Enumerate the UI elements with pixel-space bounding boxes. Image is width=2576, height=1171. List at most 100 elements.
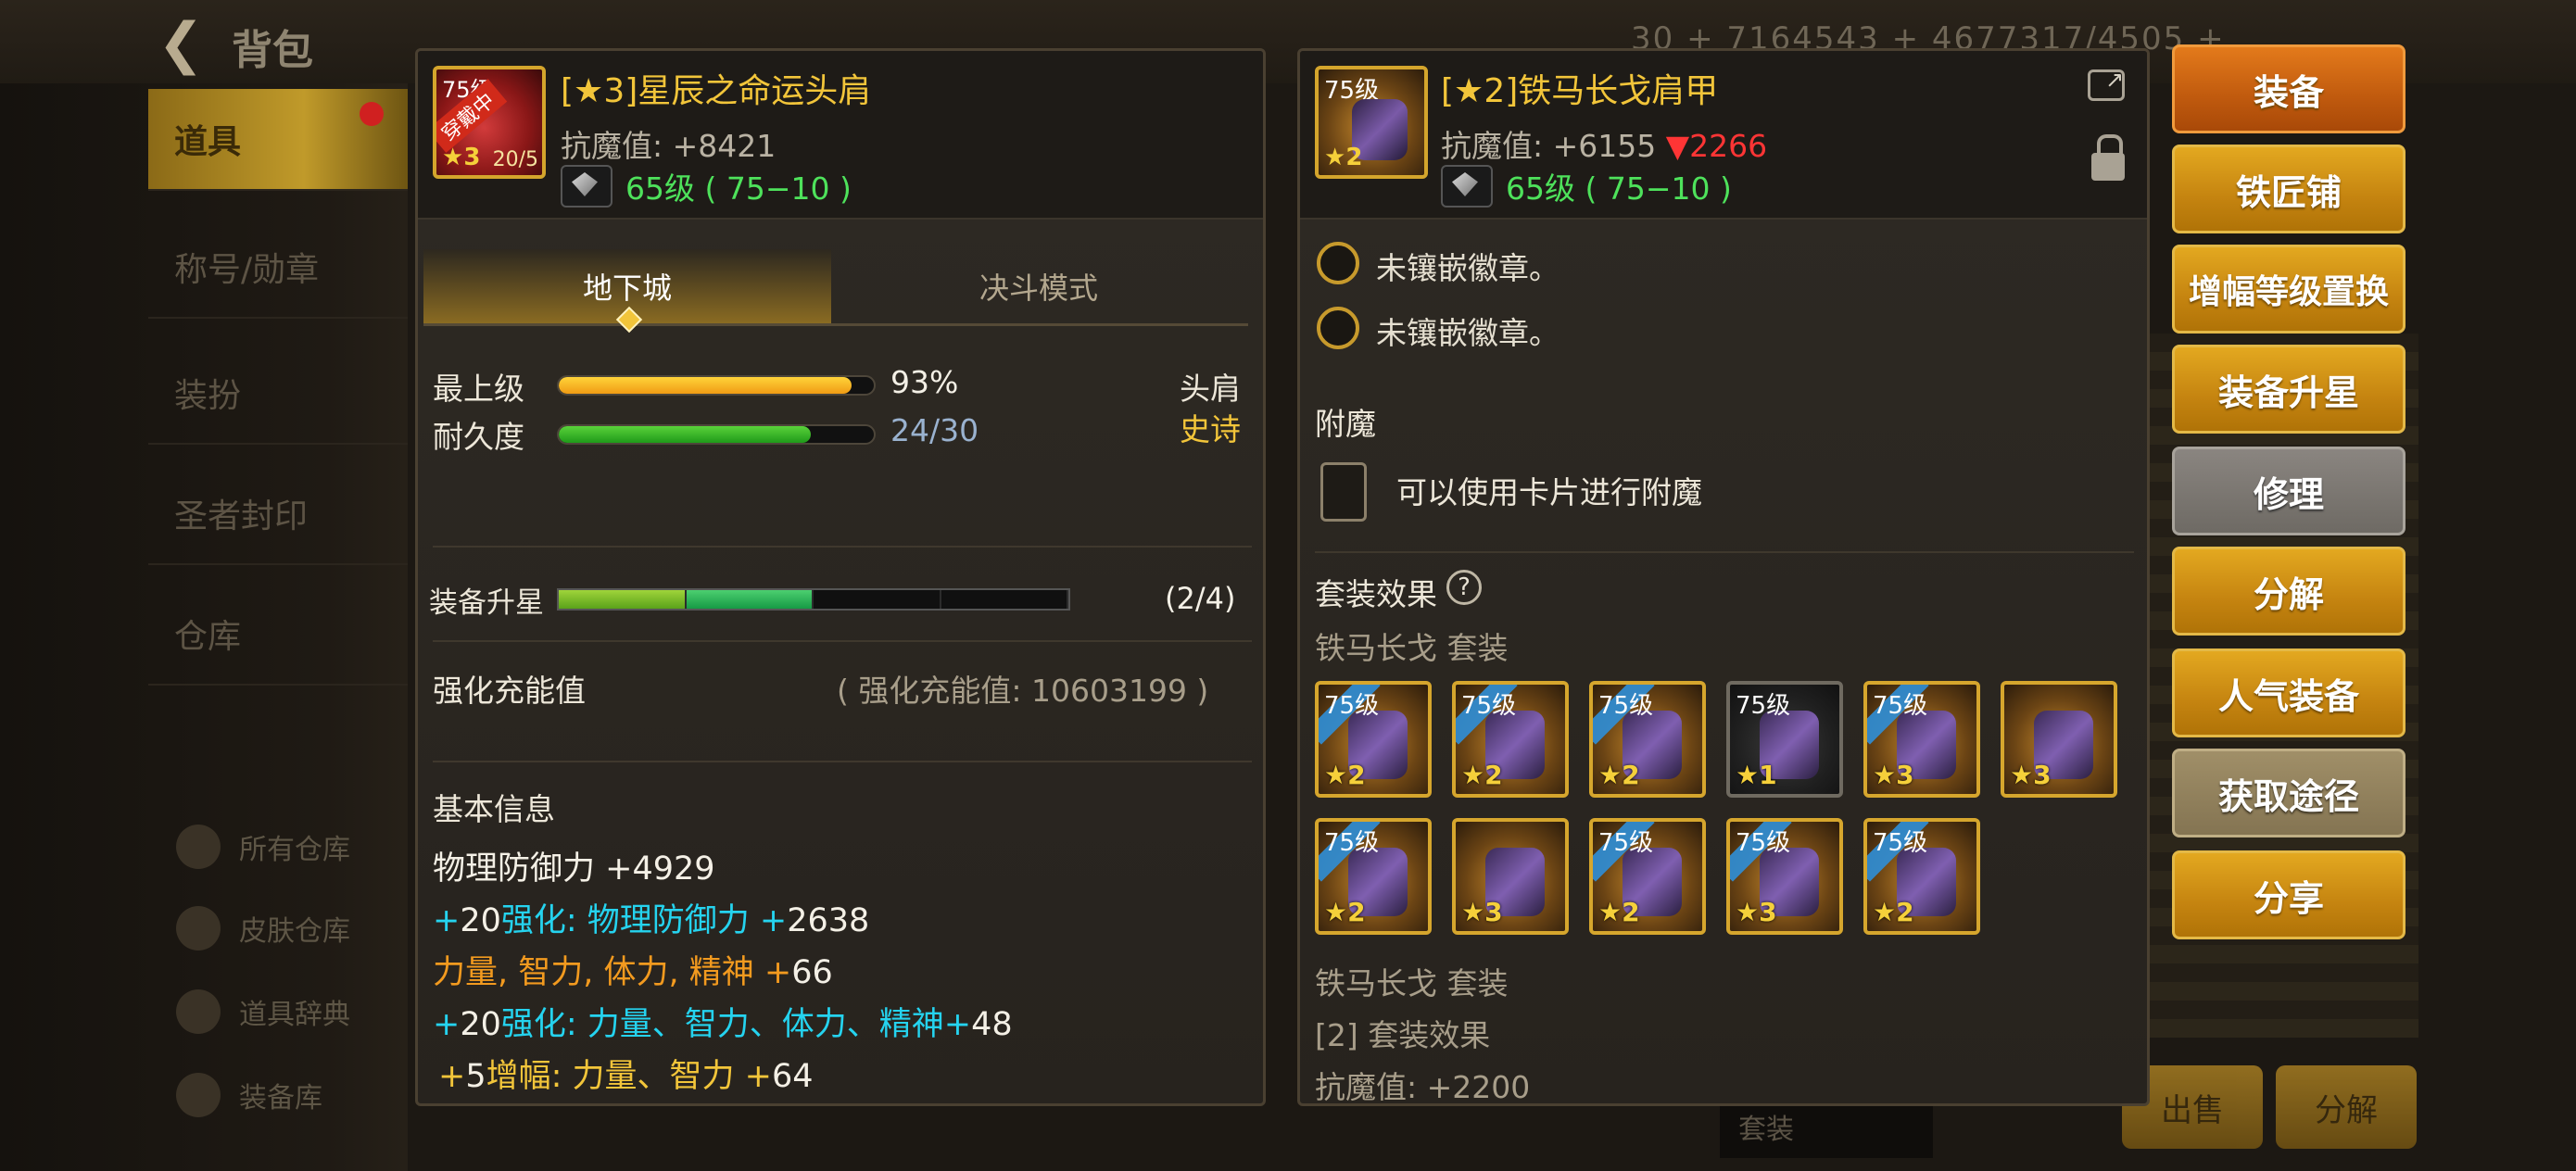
- divider: [1315, 551, 2134, 553]
- disassemble-button[interactable]: 分解: [2172, 547, 2406, 636]
- set-item-star: ★2: [1324, 760, 1366, 790]
- sidebar-item-storage[interactable]: 仓库: [148, 584, 408, 686]
- stat-enhance-attributes: +20强化: 力量、智力、体力、精神+48: [433, 998, 1013, 1045]
- acquire-route-button[interactable]: 获取途径: [2172, 749, 2406, 837]
- sidebar-sub-equipment-storage[interactable]: 装备库: [176, 1073, 322, 1117]
- stat-text: +: [433, 902, 461, 939]
- diamond-icon: [561, 165, 612, 208]
- item-title: [★2]铁马长戈肩甲: [1441, 72, 1719, 110]
- divider: [433, 546, 1252, 548]
- equipment-slot: 头肩: [1180, 371, 1241, 407]
- share-link-icon[interactable]: ↗: [2088, 67, 2125, 101]
- durability-bar: [557, 424, 876, 445]
- stat-number: 5: [465, 1058, 486, 1095]
- sidebar-sub-all-storage[interactable]: 所有仓库: [176, 825, 350, 869]
- dictionary-icon: [176, 989, 221, 1034]
- set-item-slot[interactable]: 75级 ★2: [1315, 681, 1432, 798]
- durability-value: 24/30: [890, 412, 979, 448]
- sidebar-sub-label: 所有仓库: [239, 834, 350, 866]
- set-item-star-count: 2: [1347, 760, 1366, 790]
- equip-button[interactable]: 装备: [2172, 44, 2406, 133]
- set-item-level: 75级: [1324, 692, 1380, 720]
- star-upgrade-button[interactable]: 装备升星: [2172, 345, 2406, 434]
- set-item-slot[interactable]: 75级 ★2: [1315, 818, 1432, 935]
- divider: [433, 761, 1252, 762]
- item-icon: 75级 穿戴中 ★3 20/5: [433, 66, 546, 179]
- stat-text: 力量, 智力, 体力, 精神 +: [433, 954, 792, 991]
- blacksmith-button[interactable]: 铁匠铺: [2172, 145, 2406, 233]
- item-header: 75级 穿戴中 ★3 20/5 [★3]星辰之命运头肩 抗魔值: +8421 6…: [418, 51, 1263, 220]
- set-item-slot[interactable]: 75级 ★3: [1863, 681, 1980, 798]
- compared-item-tooltip: 75级 ★2 [★2]铁马长戈肩甲 抗魔值: +6155 ▼2266 65级 (…: [1297, 48, 2150, 1106]
- set-item-star: ★3: [1461, 897, 1503, 927]
- sidebar-sub-item-dictionary[interactable]: 道具辞典: [176, 989, 350, 1034]
- set-item-star-count: 2: [1896, 897, 1914, 927]
- stat-number: 64: [771, 1058, 814, 1095]
- lock-icon[interactable]: [2091, 134, 2125, 181]
- repair-button[interactable]: 修理: [2172, 447, 2406, 535]
- set-item-slot[interactable]: ★3: [1452, 818, 1569, 935]
- equipment-icon: [176, 1073, 221, 1117]
- set-item-level: 75级: [1873, 692, 1928, 720]
- set-effect-title: 套装效果: [1315, 576, 1437, 612]
- set-item-star-count: 2: [1347, 897, 1366, 927]
- enchant-card-slot[interactable]: [1320, 462, 1367, 522]
- set-item-slot[interactable]: 75级 ★3: [1726, 818, 1843, 935]
- stat-number: 66: [791, 954, 833, 991]
- disassemble-all-button[interactable]: 分解: [2276, 1065, 2417, 1149]
- star-segment: [686, 590, 814, 609]
- sidebar-sub-label: 皮肤仓库: [239, 915, 350, 948]
- set-item-level: 75级: [1324, 829, 1380, 857]
- set-item-star-count: 2: [1484, 760, 1503, 790]
- set-item-star: ★3: [2010, 760, 2052, 790]
- stat-text: +: [438, 1058, 466, 1095]
- set-name: 铁马长戈 套装: [1315, 965, 1509, 1001]
- page-title: 背包: [232, 27, 313, 74]
- stat-number: 48: [971, 1006, 1013, 1043]
- sidebar-sub-skin-storage[interactable]: 皮肤仓库: [176, 906, 350, 951]
- set-item-slot[interactable]: 75级 ★1: [1726, 681, 1843, 798]
- sidebar-item-titles[interactable]: 称号/勋章: [148, 217, 408, 319]
- emblem-socket-icon[interactable]: [1317, 307, 1359, 349]
- item-star-icon: ★3: [442, 144, 481, 171]
- sidebar-item-seal[interactable]: 圣者封印: [148, 463, 408, 565]
- back-arrow-icon[interactable]: ❮: [158, 11, 204, 76]
- grade-bar: [557, 375, 876, 396]
- durability-label: 耐久度: [433, 419, 524, 455]
- item-count: 20/5: [492, 148, 538, 171]
- skin-icon: [176, 906, 221, 951]
- stat-amplify: +5增幅: 力量、智力 +64: [438, 1050, 814, 1097]
- set-item-slot[interactable]: 75级 ★2: [1863, 818, 1980, 935]
- set-item-level: 75级: [1461, 692, 1517, 720]
- set-item-level: 75级: [1873, 829, 1928, 857]
- magic-resist: 抗魔值: +6155 ▼2266: [1441, 121, 1767, 166]
- set-item-slot[interactable]: 75级 ★2: [1589, 681, 1706, 798]
- grade-percent: 93%: [890, 364, 959, 400]
- set-item-slot[interactable]: 75级 ★2: [1452, 681, 1569, 798]
- stat-text: 强化: 物理防御力 +: [500, 902, 788, 939]
- charge-value: ( 强化充能值: 10603199 ): [837, 673, 1209, 709]
- amplify-transfer-button[interactable]: 增幅等级置换: [2172, 245, 2406, 334]
- equipped-item-tooltip: 75级 穿戴中 ★3 20/5 [★3]星辰之命运头肩 抗魔值: +8421 6…: [415, 48, 1266, 1106]
- set-item-star: ★2: [1598, 897, 1640, 927]
- star-segment: [814, 590, 941, 609]
- filter-select[interactable]: 套装: [1720, 1102, 1933, 1158]
- stat-attributes: 力量, 智力, 体力, 精神 +66: [433, 946, 833, 993]
- storage-icon: [176, 825, 221, 869]
- set-item-level: 75级: [1598, 829, 1654, 857]
- help-icon[interactable]: ?: [1446, 570, 1482, 605]
- stat-number: 20: [460, 902, 501, 939]
- sidebar-item-avatar[interactable]: 装扮: [148, 343, 408, 445]
- set-item-slot[interactable]: 75级 ★2: [1589, 818, 1706, 935]
- set-effect-tier: [2] 套装效果: [1315, 1017, 1491, 1053]
- tab-pvp[interactable]: 决斗模式: [835, 249, 1243, 323]
- set-item-star: ★1: [1736, 760, 1777, 790]
- set-item-slot[interactable]: ★3: [2001, 681, 2117, 798]
- magic-resist-value: 抗魔值: +6155: [1441, 128, 1666, 164]
- popular-equipment-button[interactable]: 人气装备: [2172, 648, 2406, 737]
- emblem-socket-icon[interactable]: [1317, 242, 1359, 284]
- level-requirement: 65级 ( 75−10 ): [1441, 164, 1732, 208]
- share-button[interactable]: 分享: [2172, 850, 2406, 939]
- stat-number: 20: [460, 1006, 501, 1043]
- basic-info-title: 基本信息: [433, 791, 555, 827]
